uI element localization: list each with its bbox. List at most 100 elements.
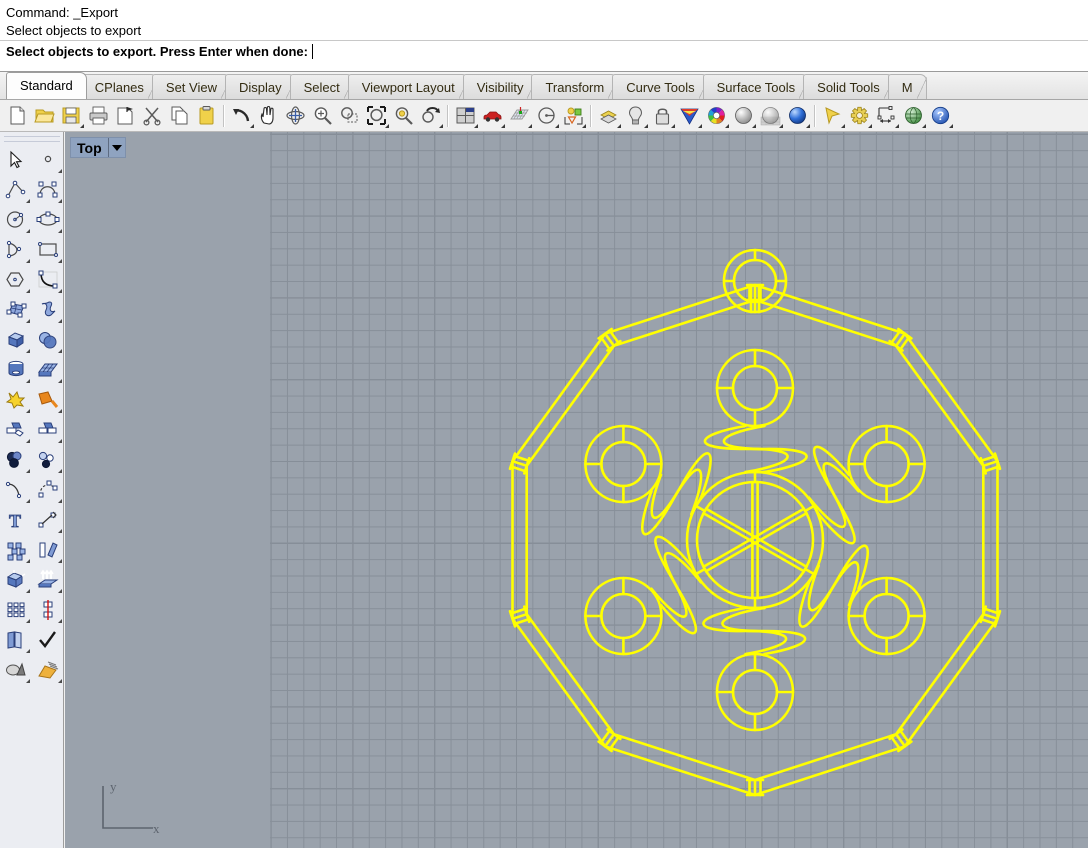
surface-color-icon[interactable] (676, 102, 703, 129)
cplane-grid-icon[interactable] (506, 102, 533, 129)
ellipse-icon[interactable] (32, 205, 64, 235)
tab-curve-tools[interactable]: Curve Tools (612, 74, 710, 99)
flyout-arrow-icon[interactable] (582, 124, 586, 128)
flyout-arrow-icon[interactable] (26, 379, 30, 383)
flyout-arrow-icon[interactable] (439, 124, 443, 128)
curve-blend-icon[interactable] (32, 475, 64, 505)
extrude-up-icon[interactable] (32, 565, 64, 595)
cylinder-solid-icon[interactable] (0, 355, 32, 385)
zoom-previous-icon[interactable] (417, 102, 444, 129)
help-question-icon[interactable]: ? (927, 102, 954, 129)
tab-display[interactable]: Display (224, 74, 296, 99)
arc-triangle-icon[interactable] (0, 235, 32, 265)
flyout-arrow-icon[interactable] (841, 124, 845, 128)
array-objects-icon[interactable] (0, 535, 32, 565)
flyout-arrow-icon[interactable] (528, 124, 532, 128)
flyout-arrow-icon[interactable] (58, 379, 62, 383)
offset-circles-icon[interactable] (32, 445, 64, 475)
object-properties-icon[interactable] (560, 102, 587, 129)
flyout-arrow-icon[interactable] (895, 124, 899, 128)
flyout-arrow-icon[interactable] (698, 124, 702, 128)
toolbar-tab-bar[interactable]: Standard CPlanes Set View Display Select View… (0, 72, 1088, 100)
box-solid-icon[interactable] (0, 325, 32, 355)
polyline-icon[interactable] (0, 175, 32, 205)
flyout-arrow-icon[interactable] (58, 439, 62, 443)
lock-icon[interactable] (649, 102, 676, 129)
check-ok-icon[interactable] (32, 625, 64, 655)
command-prompt-row[interactable]: Select objects to export. Press Enter wh… (0, 40, 1088, 62)
scissors-cut-icon[interactable] (139, 102, 166, 129)
new-file-icon[interactable] (4, 102, 31, 129)
named-view-icon[interactable] (533, 102, 560, 129)
flyout-arrow-icon[interactable] (26, 319, 30, 323)
surface-from-points-icon[interactable] (0, 295, 32, 325)
sphere-solid-icon[interactable] (32, 325, 64, 355)
flyout-arrow-icon[interactable] (26, 589, 30, 593)
flyout-arrow-icon[interactable] (26, 619, 30, 623)
flyout-arrow-icon[interactable] (58, 289, 62, 293)
flyout-arrow-icon[interactable] (26, 199, 30, 203)
flyout-arrow-icon[interactable] (58, 169, 62, 173)
transform-scale-icon[interactable] (32, 505, 64, 535)
pan-hand-icon[interactable] (255, 102, 282, 129)
render-car-icon[interactable] (479, 102, 506, 129)
zoom-window-icon[interactable] (336, 102, 363, 129)
tab-solid-tools[interactable]: Solid Tools (803, 74, 894, 99)
flyout-arrow-icon[interactable] (58, 589, 62, 593)
boolean-union-icon[interactable] (0, 385, 32, 415)
print-icon[interactable] (85, 102, 112, 129)
flyout-arrow-icon[interactable] (58, 349, 62, 353)
flyout-arrow-icon[interactable] (725, 124, 729, 128)
flyout-arrow-icon[interactable] (58, 259, 62, 263)
flyout-arrow-icon[interactable] (58, 619, 62, 623)
point-icon[interactable] (32, 145, 64, 175)
shade-object-icon[interactable] (0, 655, 32, 685)
render-paint-icon[interactable] (32, 655, 64, 685)
flyout-arrow-icon[interactable] (644, 124, 648, 128)
layer-icon[interactable] (595, 102, 622, 129)
tab-transform[interactable]: Transform (531, 74, 619, 99)
paste-clipboard-icon[interactable] (193, 102, 220, 129)
grid-array-icon[interactable] (0, 595, 32, 625)
model-geometry[interactable] (65, 132, 1088, 848)
tab-surface-tools[interactable]: Surface Tools (702, 74, 810, 99)
gear-options-icon[interactable] (846, 102, 873, 129)
flyout-arrow-icon[interactable] (26, 349, 30, 353)
flyout-arrow-icon[interactable] (806, 124, 810, 128)
tab-viewport-layout[interactable]: Viewport Layout (347, 74, 469, 99)
mesh-solid-icon[interactable] (32, 355, 64, 385)
flyout-arrow-icon[interactable] (58, 229, 62, 233)
mirror-object-icon[interactable] (32, 595, 64, 625)
dimension-icon[interactable] (873, 102, 900, 129)
undo-arrow-icon[interactable] (228, 102, 255, 129)
tab-set-view[interactable]: Set View (151, 74, 232, 99)
flyout-arrow-icon[interactable] (26, 289, 30, 293)
copy-objects-icon[interactable] (0, 625, 32, 655)
flyout-arrow-icon[interactable] (868, 124, 872, 128)
open-file-icon[interactable] (31, 102, 58, 129)
tab-select[interactable]: Select (289, 74, 354, 99)
zoom-in-icon[interactable] (309, 102, 336, 129)
rotate-view-icon[interactable] (282, 102, 309, 129)
flyout-arrow-icon[interactable] (26, 649, 30, 653)
polygon-icon[interactable] (0, 265, 32, 295)
color-wheel-icon[interactable] (703, 102, 730, 129)
flyout-arrow-icon[interactable] (617, 124, 621, 128)
shade-sphere-icon[interactable] (730, 102, 757, 129)
light-bulb-icon[interactable] (622, 102, 649, 129)
flyout-arrow-icon[interactable] (671, 124, 675, 128)
control-point-curve-icon[interactable] (32, 175, 64, 205)
tab-m[interactable]: M (887, 74, 927, 99)
flyout-arrow-icon[interactable] (26, 679, 30, 683)
flyout-arrow-icon[interactable] (26, 499, 30, 503)
flyout-arrow-icon[interactable] (26, 229, 30, 233)
globe-earth-icon[interactable] (900, 102, 927, 129)
command-history-area[interactable]: Command: _Export Select objects to expor… (0, 0, 1088, 72)
left-tool-palette[interactable]: T (0, 132, 64, 848)
boolean-spheres-icon[interactable] (0, 445, 32, 475)
curve-from-object-icon[interactable] (0, 475, 32, 505)
save-file-icon[interactable] (58, 102, 85, 129)
flyout-arrow-icon[interactable] (58, 559, 62, 563)
viewport-layout-icon[interactable] (452, 102, 479, 129)
select-cursor-icon[interactable] (819, 102, 846, 129)
